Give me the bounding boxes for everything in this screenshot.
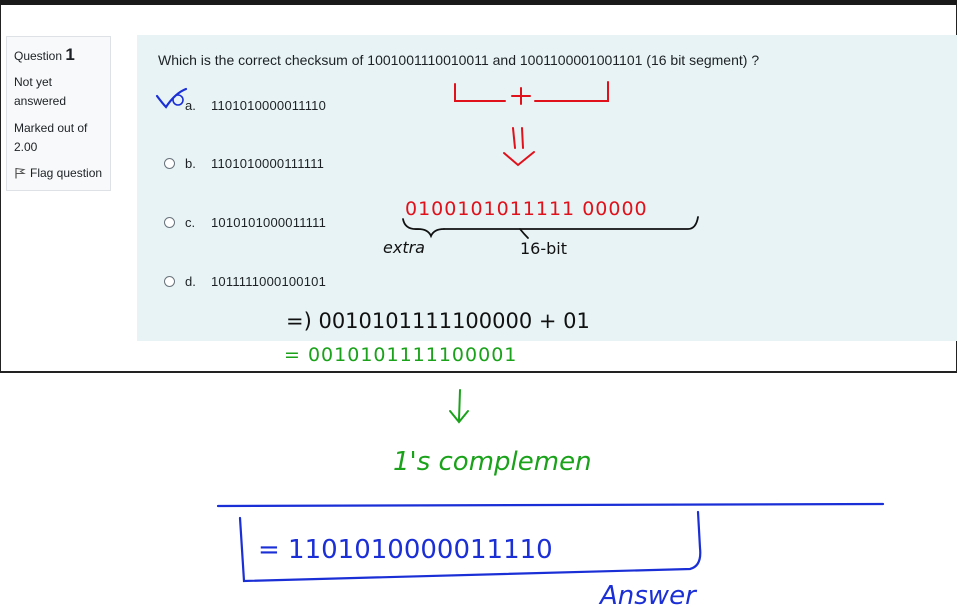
sum-result-step: = 0010101111100001	[284, 344, 517, 366]
down-arrow-icon	[449, 389, 469, 424]
ones-complement-label: 1's complemen	[393, 447, 592, 477]
add-overflow-step: =) 0010101111100000 + 01	[286, 309, 590, 333]
addition-sketch	[454, 81, 609, 167]
brace-sketch	[402, 216, 699, 239]
binary-sum-annotation: 0100101011111 00000	[405, 198, 648, 220]
answer-label: Answer	[598, 581, 698, 611]
final-answer: = 1101010000011110	[258, 535, 553, 565]
extra-label: extra	[383, 238, 425, 257]
sixteen-bit-label: 16-bit	[520, 239, 567, 258]
handwritten-annotations: 0100101011111 00000 extra 16-bit =) 0010…	[155, 81, 885, 611]
